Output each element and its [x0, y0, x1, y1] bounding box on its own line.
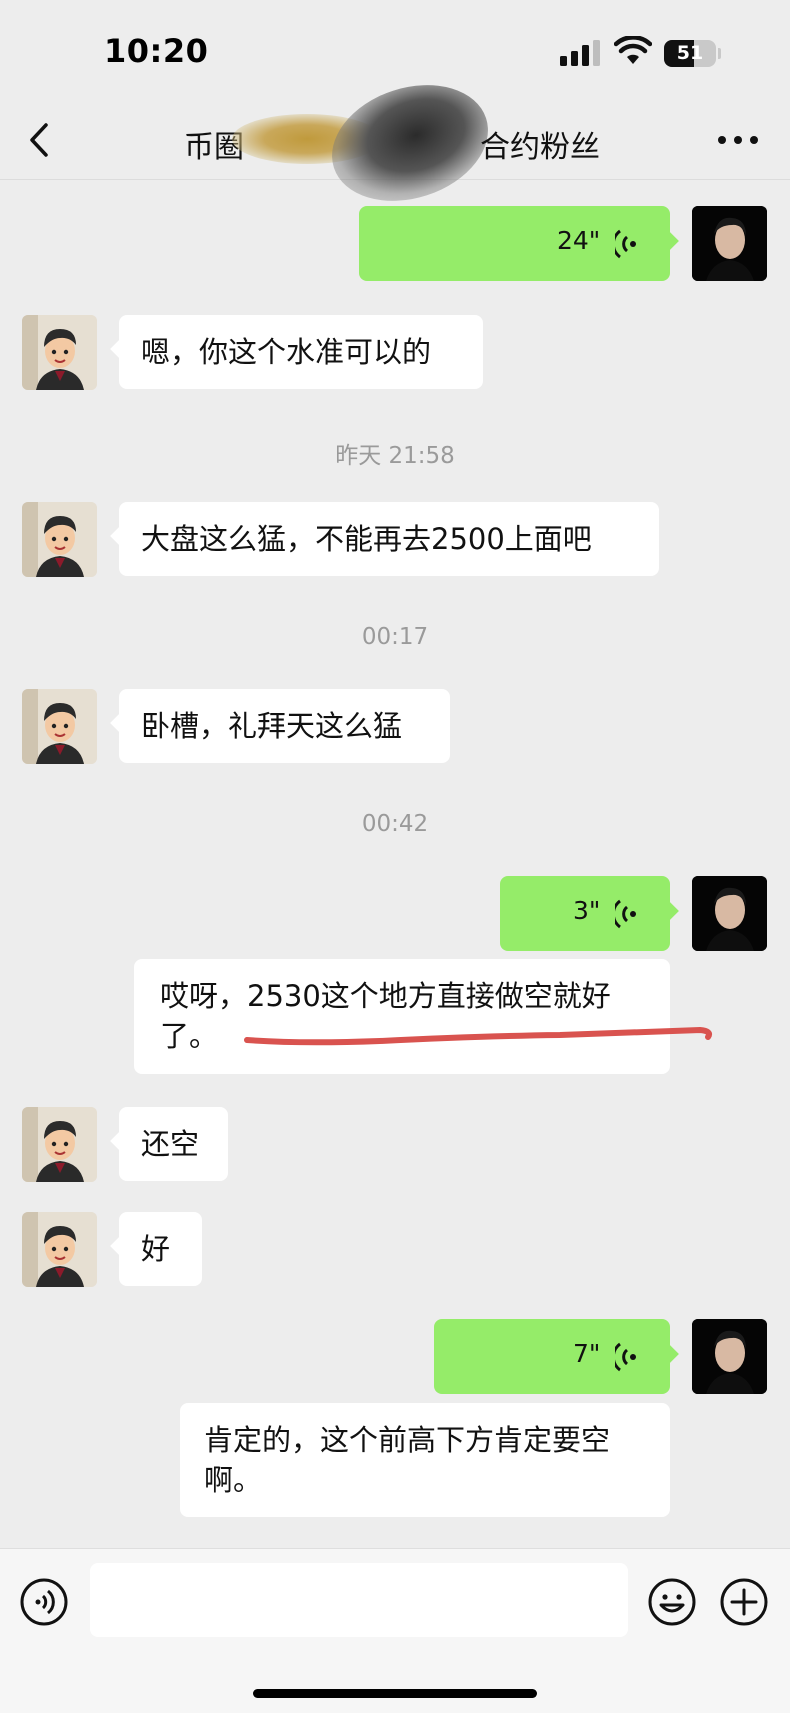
timestamp: 00:17 [361, 624, 429, 650]
chat-header: 币圈 合约粉丝 [0, 65, 790, 221]
cartoon-avatar-image [22, 1212, 97, 1287]
friend-avatar[interactable] [22, 689, 97, 764]
voice-wave-icon [615, 229, 636, 259]
message-text: 嗯，你这个水准可以的 [141, 335, 432, 369]
home-indicator[interactable] [253, 1689, 537, 1698]
cartoon-avatar-image [22, 689, 97, 764]
status-time: 10:20 [104, 32, 209, 70]
transcript-line: 哎呀，2530这个地方直接做空就好 [160, 979, 611, 1013]
message-text: 大盘这么猛，不能再去2500上面吧 [141, 522, 592, 556]
cartoon-avatar-image [22, 502, 97, 577]
avatar-image [692, 206, 767, 281]
friend-message[interactable]: 卧槽，礼拜天这么猛 [110, 689, 450, 763]
friend-message[interactable]: 还空 [110, 1107, 228, 1181]
timestamp: 昨天 21:58 [335, 443, 455, 469]
voice-duration: 3" [573, 896, 601, 925]
battery-tip [718, 48, 721, 59]
friend-avatar[interactable] [22, 315, 97, 390]
voice-wave-icon [615, 899, 636, 929]
voice-transcript[interactable]: 肯定的，这个前高下方肯定要空 啊。 [180, 1403, 670, 1517]
transcript-line: 啊。 [204, 1463, 263, 1497]
status-bar: 10:20 51 [0, 0, 790, 100]
message-text: 好 [141, 1232, 171, 1266]
voice-wave-icon [615, 1342, 636, 1372]
avatar-image [692, 1319, 767, 1394]
red-underline-annotation [244, 1026, 712, 1046]
cellular-signal-icon [560, 40, 600, 66]
friend-avatar[interactable] [22, 502, 97, 577]
voice-message[interactable]: 7" [434, 1319, 679, 1394]
message-input[interactable] [90, 1563, 628, 1637]
voice-duration: 24" [557, 226, 601, 255]
transcript-line: 肯定的，这个前高下方肯定要空 [204, 1423, 611, 1457]
cartoon-avatar-image [22, 315, 97, 390]
emoji-icon[interactable] [647, 1577, 697, 1627]
friend-message[interactable]: 嗯，你这个水准可以的 [110, 315, 483, 389]
timestamp: 00:42 [361, 811, 429, 837]
friend-avatar[interactable] [22, 1107, 97, 1182]
voice-message[interactable]: 24" [359, 206, 679, 281]
plus-icon[interactable] [719, 1577, 769, 1627]
avatar-image [692, 876, 767, 951]
friend-message[interactable]: 大盘这么猛，不能再去2500上面吧 [110, 502, 659, 576]
voice-duration: 7" [573, 1339, 601, 1368]
more-icon[interactable] [718, 136, 760, 146]
battery-level: 51 [676, 42, 704, 64]
chat-title-right: 合约粉丝 [480, 130, 600, 165]
battery-icon: 51 [664, 40, 716, 67]
input-bar [0, 1548, 790, 1713]
cartoon-avatar-image [22, 1107, 97, 1182]
chevron-left-icon[interactable] [24, 120, 54, 160]
wifi-icon [614, 36, 652, 64]
message-text: 卧槽，礼拜天这么猛 [141, 709, 403, 743]
self-avatar[interactable] [692, 1319, 767, 1394]
voice-input-icon[interactable] [19, 1577, 69, 1627]
friend-message[interactable]: 好 [110, 1212, 202, 1286]
message-text: 还空 [141, 1127, 200, 1161]
voice-message[interactable]: 3" [500, 876, 679, 951]
self-avatar[interactable] [692, 876, 767, 951]
self-avatar[interactable] [692, 206, 767, 281]
friend-avatar[interactable] [22, 1212, 97, 1287]
